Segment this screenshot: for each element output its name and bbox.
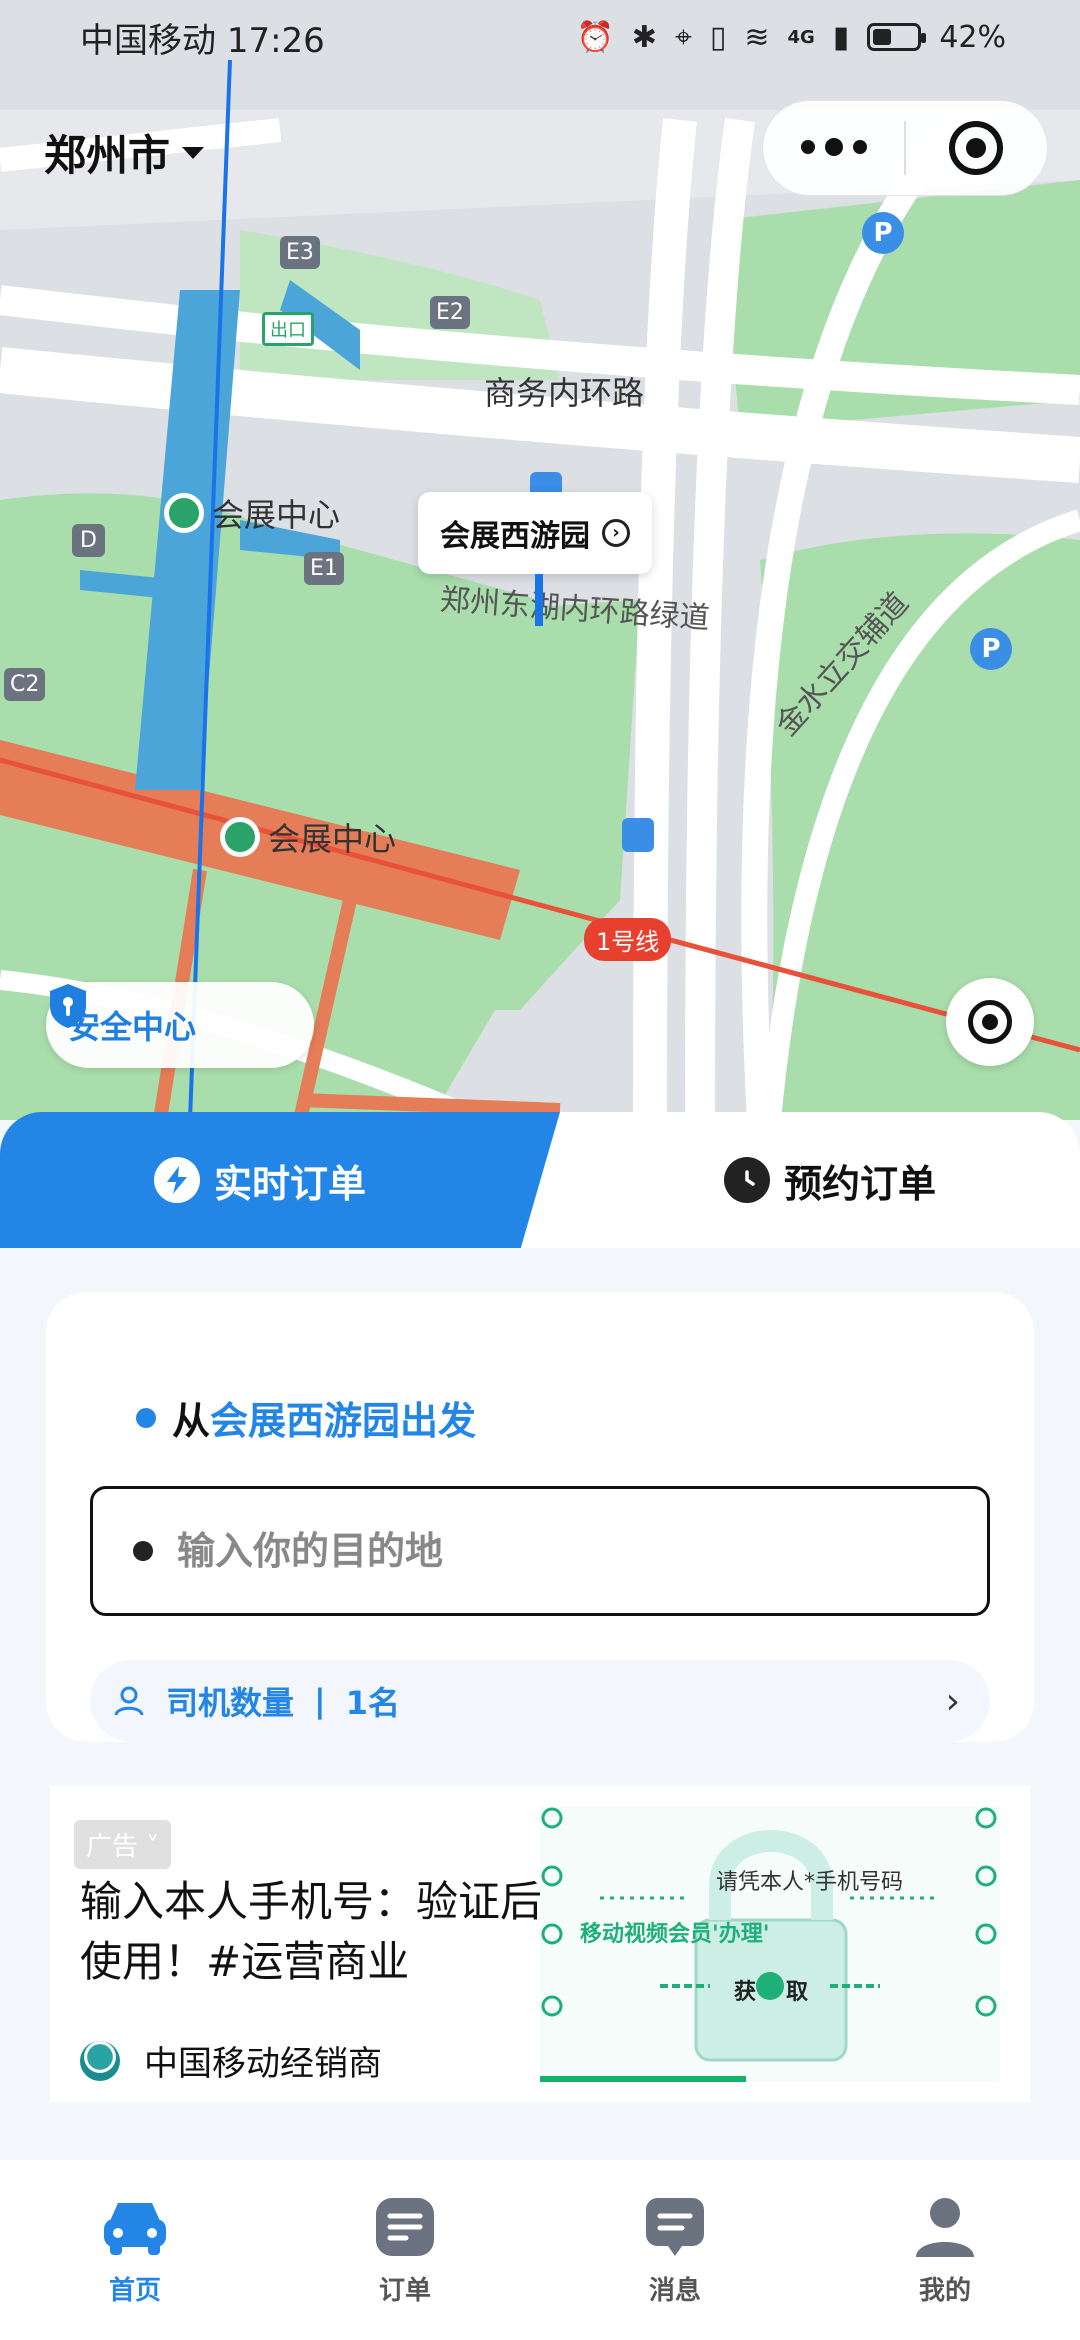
pickup-pin: [535, 574, 543, 626]
chevron-right-icon: ›: [602, 519, 630, 547]
wifi-icon: ≋: [744, 19, 770, 55]
ad-banner[interactable]: 广告 ˅ 输入本人手机号：验证后使用！#运营商业 中国移动经销商 请凭本人*手机…: [50, 1786, 1030, 2102]
gate-marker: E2: [430, 296, 470, 329]
ad-title: 输入本人手机号：验证后使用！#运营商业: [80, 1877, 543, 1986]
battery-icon: [867, 23, 927, 51]
location-icon: ⌖: [674, 19, 692, 55]
ad-progress-bar: [540, 2076, 746, 2082]
mini-program-capsule: [762, 100, 1048, 196]
destination-input[interactable]: [177, 1529, 937, 1573]
status-bar: 中国移动 17:26 ⏰ ✱ ⌖ ▯ ≋ 4G ▮ 42%: [0, 0, 1080, 74]
order-panel: 从会展西游园出发 司机数量 | 1名 › 广告 ˅ 输入本人手机号：验证后使用！…: [0, 1248, 1080, 2148]
chevron-right-icon: ›: [945, 1680, 960, 1722]
close-mini-program-button[interactable]: [906, 121, 1047, 175]
pickup-dot-icon: [136, 1407, 156, 1428]
pickup-place-name: 会展西游园: [440, 519, 590, 554]
metro-line-badge: 1号线: [584, 918, 672, 961]
road-label: 商务内环路: [484, 374, 645, 412]
order-type-tabs: 实时订单 预约订单: [0, 1112, 1080, 1248]
city-name: 郑州市: [44, 131, 171, 180]
nav-item-profile[interactable]: 我的: [810, 2160, 1080, 2340]
locate-me-button[interactable]: [946, 978, 1034, 1066]
gate-marker: D: [72, 524, 105, 557]
exit-marker: 出口: [262, 312, 314, 346]
bluetooth-icon: ✱: [631, 19, 657, 55]
city-selector[interactable]: 郑州市: [44, 122, 205, 183]
metro-station-label[interactable]: 会展中心: [164, 490, 340, 536]
profile-icon: [912, 2194, 978, 2260]
ad-tag[interactable]: 广告 ˅: [74, 1820, 172, 1869]
person-icon: [114, 1686, 144, 1716]
driver-count-row[interactable]: 司机数量 | 1名 ›: [90, 1660, 990, 1742]
metro-station-label[interactable]: 会展中心: [220, 814, 396, 860]
safety-center-button[interactable]: 安全中心: [46, 982, 314, 1068]
more-menu-button[interactable]: [763, 138, 904, 156]
destination-dot-icon: [133, 1541, 153, 1561]
clock-icon: [723, 1157, 770, 1203]
order-list-icon: [372, 2194, 438, 2260]
ad-image[interactable]: 请凭本人*手机号码 移动视频会员'办理' 获取: [540, 1806, 1000, 2082]
gate-marker: E3: [280, 236, 320, 269]
shield-icon: [50, 984, 86, 1028]
nav-item-home[interactable]: 首页: [0, 2160, 270, 2340]
tab-scheduled-order[interactable]: 预约订单: [520, 1112, 1080, 1248]
driver-count-label: 司机数量: [166, 1684, 295, 1722]
clock: 17:26: [226, 20, 325, 61]
vibrate-icon: ▯: [709, 19, 727, 55]
bus-stop-icon: [622, 818, 654, 852]
alarm-icon: ⏰: [576, 19, 614, 55]
carrier: 中国移动: [80, 20, 216, 61]
tab-realtime-order[interactable]: 实时订单: [0, 1112, 560, 1248]
lightning-icon: [153, 1157, 200, 1203]
gate-marker: C2: [4, 668, 46, 701]
caret-down-icon: [182, 146, 205, 159]
ad-brand: 中国移动经销商: [80, 2036, 382, 2085]
pickup-location: 会展西游园: [210, 1399, 401, 1443]
parking-icon: P: [970, 628, 1012, 670]
gate-marker: E1: [304, 552, 344, 585]
nav-item-messages[interactable]: 消息: [540, 2160, 810, 2340]
pickup-place-popup[interactable]: 会展西游园 ›: [418, 492, 652, 574]
bottom-nav: 首页 订单 消息 我的: [0, 2160, 1080, 2340]
pickup-row[interactable]: 从会展西游园出发: [136, 1390, 476, 1445]
signal-icon: ▮: [832, 19, 850, 55]
parking-icon: P: [862, 212, 904, 254]
driver-count-value: 1名: [345, 1684, 400, 1722]
battery-percent: 42%: [939, 19, 1006, 55]
china-mobile-logo-icon: [80, 2040, 120, 2081]
nav-item-orders[interactable]: 订单: [270, 2160, 540, 2340]
locate-icon: [968, 1000, 1012, 1044]
message-icon: [642, 2194, 708, 2260]
metro-icon: [164, 493, 204, 533]
car-icon: [102, 2194, 168, 2260]
status-left: 中国移动 17:26: [80, 13, 325, 62]
metro-icon: [220, 817, 260, 857]
map-view[interactable]: 商务内环路 郑州东湖内环路绿道 金水立交辅道 会展中心 会展中心 1号线 出口 …: [0, 0, 1080, 1120]
network-type: 4G: [787, 26, 815, 48]
destination-box[interactable]: [90, 1486, 990, 1616]
order-card: 从会展西游园出发 司机数量 | 1名 ›: [46, 1292, 1034, 1742]
target-icon: [949, 121, 1004, 175]
